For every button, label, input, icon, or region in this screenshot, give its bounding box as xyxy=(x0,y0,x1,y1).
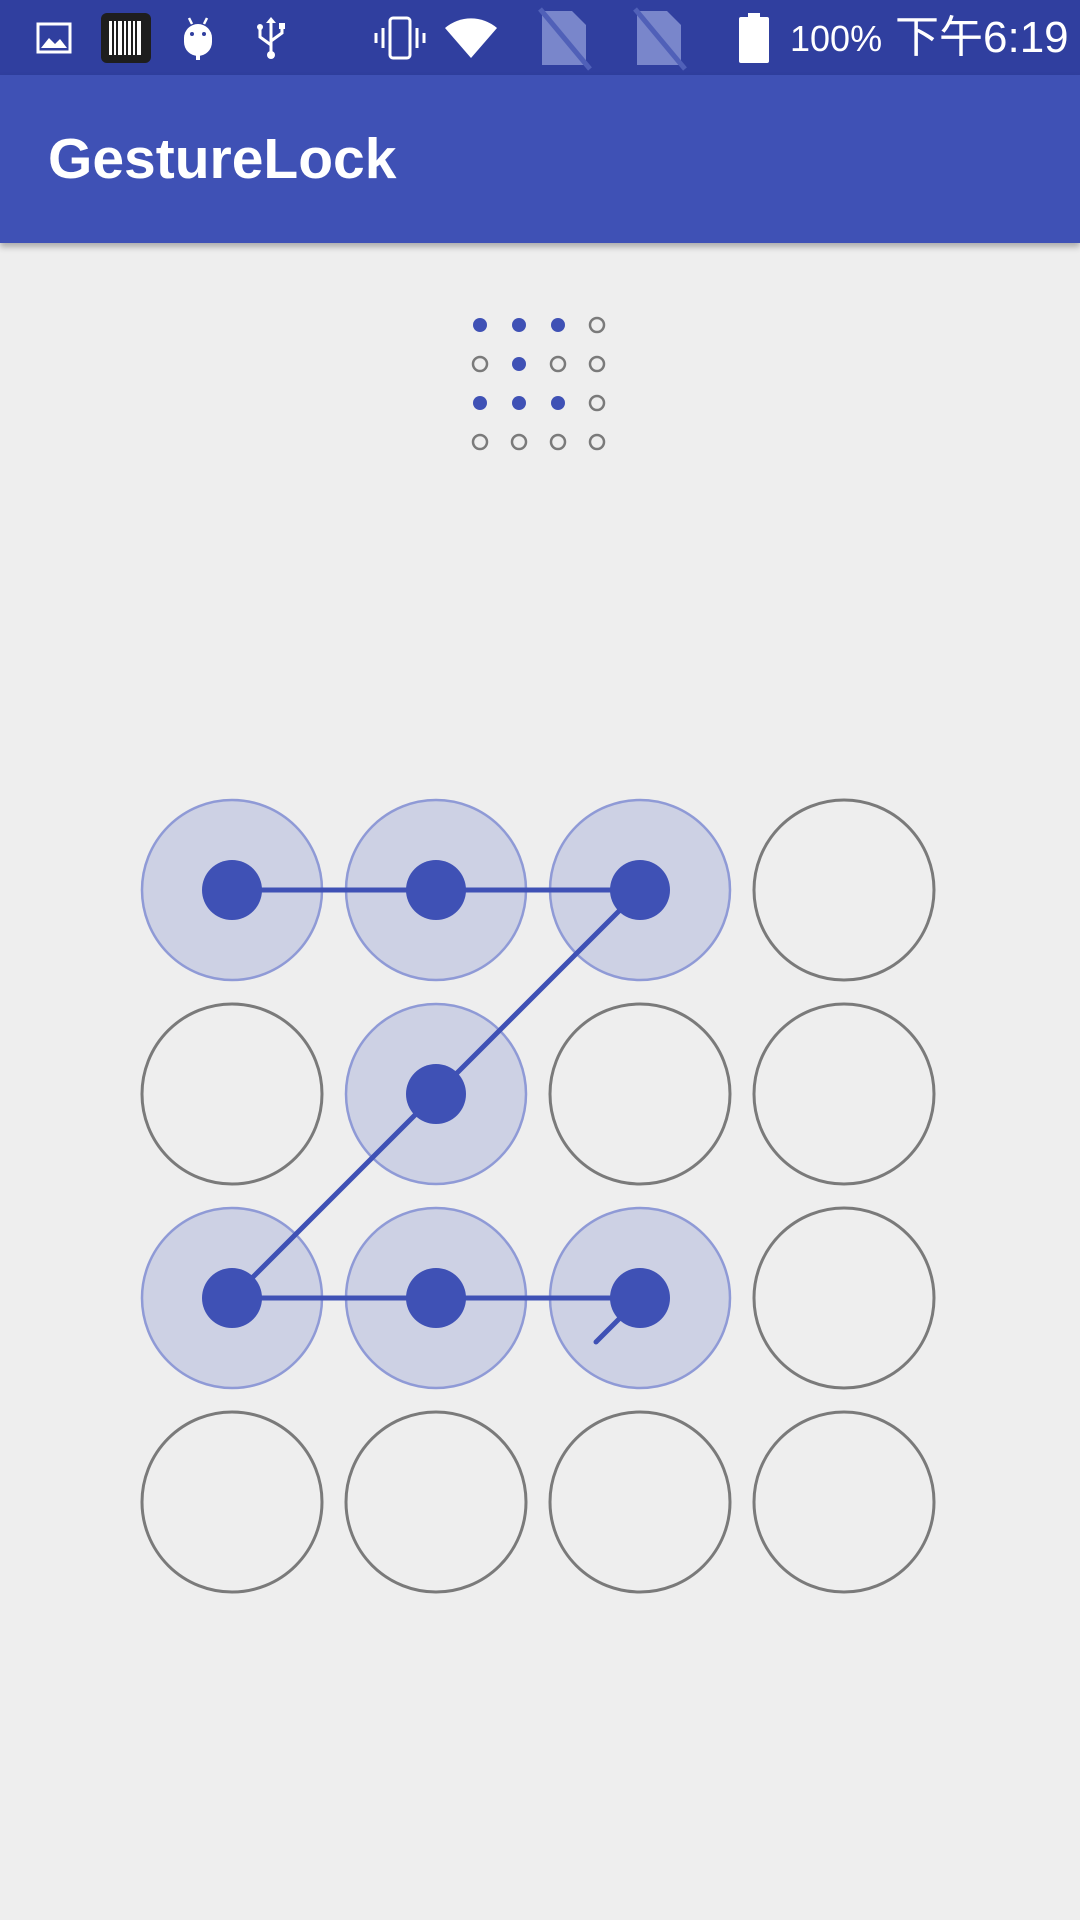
lock-node[interactable] xyxy=(140,1410,324,1594)
barcode-icon xyxy=(100,0,152,75)
app-title: GestureLock xyxy=(48,127,397,191)
preview-dot-selected xyxy=(473,318,487,332)
usb-icon xyxy=(252,0,290,75)
lock-node-dot xyxy=(406,1268,466,1328)
status-bar: 100% 下午6:19 xyxy=(0,0,1080,75)
lock-node[interactable] xyxy=(752,1002,936,1186)
no-sim-icon xyxy=(631,0,687,75)
preview-dot xyxy=(471,355,489,373)
preview-dot xyxy=(588,394,606,412)
lock-node[interactable] xyxy=(752,1206,936,1390)
preview-dot-selected xyxy=(551,396,565,410)
pattern-preview xyxy=(471,316,606,451)
preview-dot-selected xyxy=(512,318,526,332)
preview-dot xyxy=(588,355,606,373)
lock-node[interactable] xyxy=(344,1410,528,1594)
clock: 下午6:19 xyxy=(895,13,1069,62)
preview-dot-selected xyxy=(551,318,565,332)
preview-dot xyxy=(588,433,606,451)
lock-node-dot xyxy=(202,1268,262,1328)
lock-node-dot xyxy=(610,1268,670,1328)
preview-dot xyxy=(510,433,528,451)
lock-node[interactable] xyxy=(548,1002,732,1186)
gallery-icon xyxy=(34,0,74,75)
preview-dot-selected xyxy=(512,396,526,410)
preview-dot xyxy=(549,355,567,373)
lock-node-dot xyxy=(610,860,670,920)
lock-node[interactable] xyxy=(548,1410,732,1594)
lock-node[interactable] xyxy=(140,1002,324,1186)
preview-dot-selected xyxy=(512,357,526,371)
preview-dot-selected xyxy=(473,396,487,410)
lock-node-dot xyxy=(406,1064,466,1124)
battery-percentage: 100% xyxy=(790,18,883,59)
lock-node-dot xyxy=(406,860,466,920)
preview-dot xyxy=(588,316,606,334)
vibrate-icon xyxy=(372,0,428,75)
app-bar: GestureLock xyxy=(0,75,1080,243)
preview-dot xyxy=(471,433,489,451)
wifi-icon xyxy=(442,0,500,75)
preview-dot xyxy=(549,433,567,451)
lock-node[interactable] xyxy=(752,1410,936,1594)
android-icon xyxy=(178,0,218,75)
no-sim-icon xyxy=(536,0,592,75)
lock-node[interactable] xyxy=(752,798,936,982)
battery-icon xyxy=(736,0,772,75)
gesture-lock-board[interactable] xyxy=(132,790,948,1606)
lock-node-dot xyxy=(202,860,262,920)
